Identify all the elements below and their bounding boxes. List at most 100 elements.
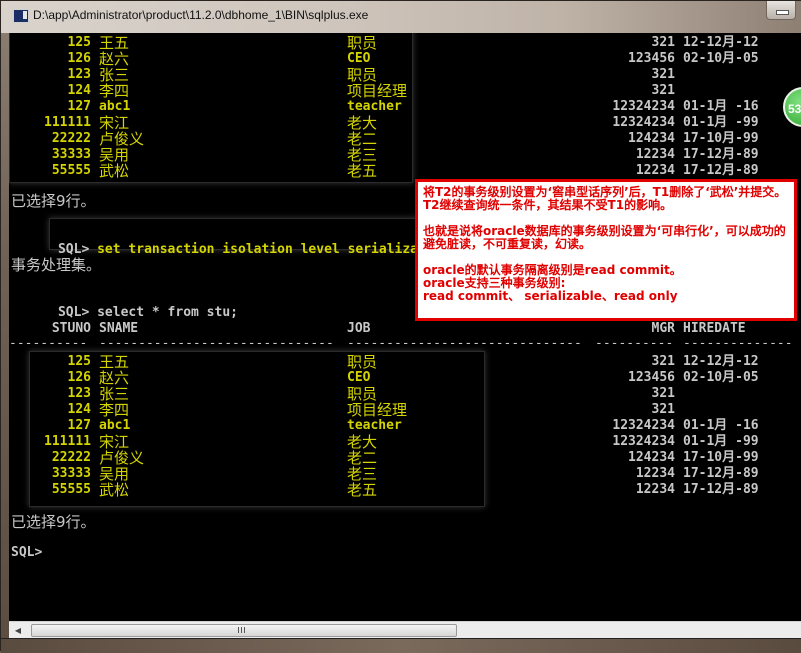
- cell-job: teacher: [347, 99, 402, 114]
- cell-mgr: 12324234: [612, 99, 675, 114]
- cell-stuno: 55555: [51, 482, 91, 497]
- table-row: 111111 宋江 老大 12324234 01-1月 -99: [9, 434, 801, 450]
- cell-hiredate: 17-10月-99: [683, 450, 759, 465]
- cell-hiredate: 01-1月 -99: [683, 434, 759, 449]
- cell-stuno: 125: [67, 35, 91, 50]
- cell-sname: 宋江: [99, 114, 130, 132]
- cell-job: 项目经理: [347, 401, 408, 419]
- table-row: 22222 卢俊义 老二 124234 17-10月-99: [9, 450, 801, 466]
- cell-mgr: 321: [651, 35, 675, 50]
- cell-stuno: 126: [67, 370, 91, 385]
- table-row: 55555 武松 老五 12234 17-12月-89: [9, 163, 801, 179]
- cell-job: 老大: [347, 433, 378, 451]
- cell-mgr: 124234: [628, 450, 675, 465]
- horizontal-scrollbar[interactable]: ◀: [9, 621, 801, 639]
- cell-job: 项目经理: [347, 82, 408, 100]
- cell-job: 老三: [347, 465, 378, 483]
- cell-mgr: 12324234: [612, 115, 675, 130]
- cell-stuno: 33333: [51, 147, 91, 162]
- scrollbar-thumb[interactable]: [31, 624, 457, 637]
- cell-job: 老三: [347, 146, 378, 164]
- cell-job: 职员: [347, 34, 378, 52]
- cell-stuno: 55555: [51, 163, 91, 178]
- cell-stuno: 127: [67, 99, 91, 114]
- cell-sname: 吴用: [99, 146, 130, 164]
- sep-hiredate: --------------: [683, 336, 793, 351]
- transaction-set-message: 事务处理集。: [11, 256, 102, 274]
- cell-stuno: 126: [67, 51, 91, 66]
- header-stuno: STUNO: [51, 321, 91, 336]
- table-row: 127 abc1 teacher 12324234 01-1月 -16: [9, 99, 801, 115]
- cell-stuno: 124: [67, 83, 91, 98]
- cell-job: teacher: [347, 418, 402, 433]
- note-line-level-list: read commit、 serializable、read only: [423, 289, 678, 303]
- sep-stuno: ----------: [9, 336, 88, 351]
- cell-mgr: 12234: [635, 147, 675, 162]
- table-row: 126 赵六 CEO 123456 02-10月-05: [9, 370, 801, 386]
- table-row: 123 张三 职员 321: [9, 67, 801, 83]
- cell-sname: 宋江: [99, 433, 130, 451]
- cell-stuno: 33333: [51, 466, 91, 481]
- table-header-row: STUNO SNAME JOB MGR HIREDATE: [9, 321, 801, 337]
- cell-sname: 卢俊义: [99, 449, 145, 467]
- cell-mgr: 124234: [628, 131, 675, 146]
- cell-sname: 武松: [99, 162, 130, 180]
- cell-sname: 李四: [99, 401, 130, 419]
- cell-mgr: 12324234: [612, 434, 675, 449]
- table-row: 55555 武松 老五 12234 17-12月-89: [9, 482, 801, 498]
- table-row: 22222 卢俊义 老二 124234 17-10月-99: [9, 131, 801, 147]
- cell-job: 职员: [347, 66, 378, 84]
- window-title: D:\app\Administrator\product\11.2.0\dbho…: [33, 8, 369, 22]
- sep-job: ------------------------------: [347, 336, 582, 351]
- command-text: select * from stu;: [97, 305, 238, 320]
- cell-job: 老五: [347, 481, 378, 499]
- table-row: 111111 宋江 老大 12324234 01-1月 -99: [9, 115, 801, 131]
- cell-stuno: 127: [67, 418, 91, 433]
- sql-prompt-final[interactable]: SQL>: [11, 545, 42, 561]
- console-window-icon: [13, 9, 29, 23]
- cell-mgr: 12234: [635, 163, 675, 178]
- cell-sname: 王五: [99, 34, 130, 52]
- rows-selected-message: 已选择9行。: [11, 192, 96, 210]
- cell-sname: 张三: [99, 66, 130, 84]
- cell-mgr: 123456: [628, 51, 675, 66]
- sqlplus-window: D:\app\Administrator\product\11.2.0\dbho…: [0, 0, 801, 653]
- cell-sname: 张三: [99, 385, 130, 403]
- command-text: set transaction isolation level serializ…: [97, 242, 450, 257]
- title-bar[interactable]: D:\app\Administrator\product\11.2.0\dbho…: [1, 1, 801, 33]
- cell-job: 职员: [347, 353, 378, 371]
- cell-mgr: 321: [651, 402, 675, 417]
- cell-sname: 赵六: [99, 50, 130, 68]
- table-row: 33333 吴用 老三 12234 17-12月-89: [9, 466, 801, 482]
- sql-prompt: SQL>: [57, 305, 90, 320]
- cell-hiredate: 01-1月 -16: [683, 418, 759, 433]
- cell-hiredate: 17-10月-99: [683, 131, 759, 146]
- header-job: JOB: [347, 321, 371, 336]
- header-mgr: MGR: [651, 321, 675, 336]
- cell-sname: 李四: [99, 82, 130, 100]
- table-row: 124 李四 项目经理 321: [9, 402, 801, 418]
- cell-stuno: 123: [67, 67, 91, 82]
- scroll-left-arrow-icon[interactable]: ◀: [12, 625, 24, 636]
- cell-mgr: 321: [651, 67, 675, 82]
- cell-stuno: 125: [67, 354, 91, 369]
- header-sname: SNAME: [99, 321, 139, 336]
- table-row: 124 李四 项目经理 321: [9, 83, 801, 99]
- command-line-1: SQL> set transaction isolation level ser…: [11, 226, 449, 257]
- note-paragraph-2: 也就是说将oracle数据库的事务级别设置为‘可串行化’，可以成功的避免脏读，不…: [423, 224, 786, 251]
- grip-icon: [238, 627, 246, 633]
- console-output[interactable]: 125 王五 职员 321 12-12月-12 126 赵六 CEO 123456 02-10月-…: [9, 33, 801, 621]
- cell-mgr: 12234: [635, 466, 675, 481]
- cell-mgr: 12234: [635, 482, 675, 497]
- cell-sname: abc1: [99, 99, 131, 114]
- table-row: 126 赵六 CEO 123456 02-10月-05: [9, 51, 801, 67]
- annotation-note: 将T2的事务级别设置为‘窖串型话序列’后，T1删除了‘武松’并提交。T2继续查询…: [415, 179, 797, 321]
- cell-hiredate: 17-12月-89: [683, 466, 759, 481]
- sql-prompt: SQL>: [57, 242, 90, 257]
- cell-hiredate: 01-1月 -16: [683, 99, 759, 114]
- cell-stuno: 111111: [44, 434, 91, 449]
- minimize-button[interactable]: [766, 1, 796, 20]
- table-separator-row: ---------- -----------------------------…: [9, 336, 801, 352]
- rows-selected-message: 已选择9行。: [11, 513, 96, 531]
- cell-hiredate: 17-12月-89: [683, 147, 759, 162]
